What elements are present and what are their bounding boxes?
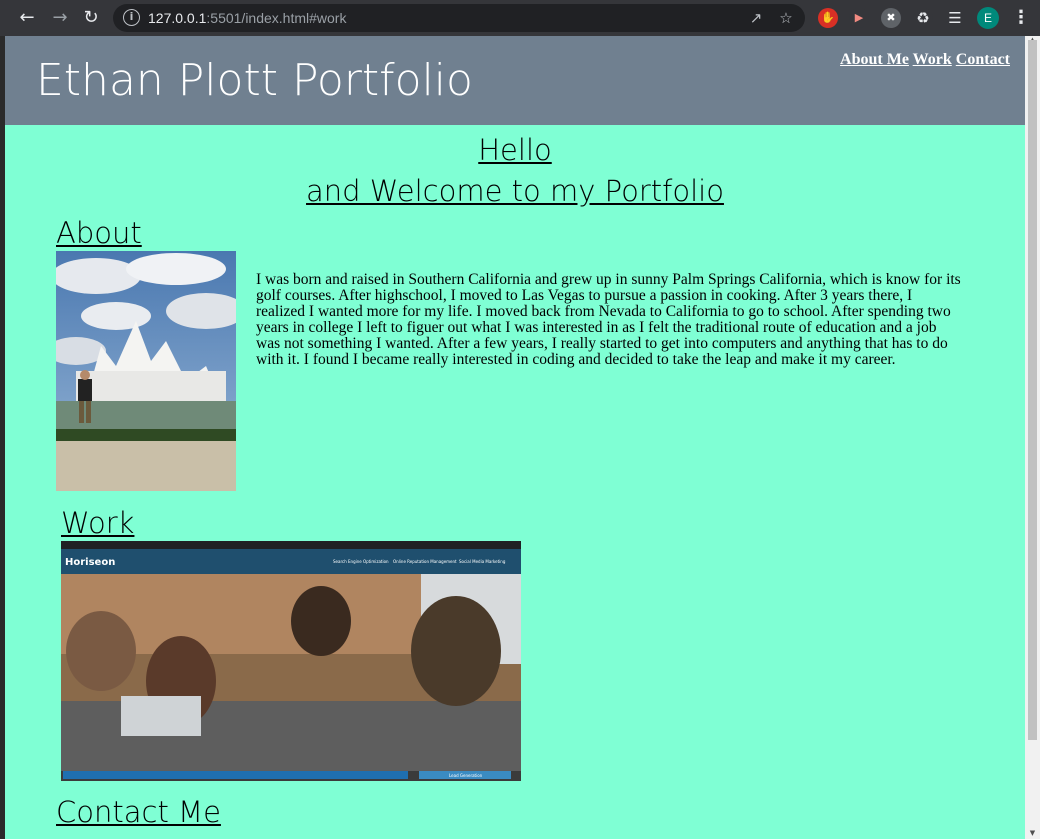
address-bar[interactable]: i 127.0.0.1:5501/index.html#work ↗ ☆ [113,4,805,32]
scrollbar-thumb[interactable] [1028,40,1037,740]
about-photo [56,251,236,491]
nav-link-about-me[interactable]: About Me [840,51,909,68]
browser-toolbar: ← → ↻ i 127.0.0.1:5501/index.html#work ↗… [0,0,1040,36]
preview-brand: Horiseon [65,557,115,568]
about-heading: About [56,216,142,250]
extensions-puzzle-icon[interactable]: ♻ [913,8,933,28]
preview-nav-orm: Online Reputation Management [393,559,457,564]
back-arrow-icon[interactable]: ← [17,8,37,28]
contact-heading: Contact Me [56,795,221,829]
share-icon[interactable]: ↗ [747,9,765,27]
media-queue-icon[interactable]: ☰ [945,8,965,28]
project-preview-image: Horiseon Search Engine Optimization Onli… [61,541,521,781]
about-paragraph: I was born and raised in Southern Califo… [256,271,961,368]
top-nav: About Me Work Contact [840,51,1010,69]
extension-video-icon[interactable]: ▶ [849,8,869,28]
hero-hello: Hello [478,133,552,167]
site-header: Ethan Plott Portfolio About Me Work Cont… [5,36,1025,125]
nav-link-work[interactable]: Work [913,51,952,68]
preview-nav-smm: Social Media Marketing [459,559,506,564]
page-viewport: Ethan Plott Portfolio About Me Work Cont… [5,36,1025,839]
hero-welcome: and Welcome to my Portfolio [306,174,724,208]
project-screenshot-horiseon[interactable]: Horiseon Search Engine Optimization Onli… [61,541,521,781]
address-url[interactable]: 127.0.0.1:5501/index.html#work [148,9,346,27]
temple-photo-image [56,251,236,491]
extension-tool-icon[interactable]: ✖ [881,8,901,28]
profile-avatar[interactable]: E [977,7,999,29]
site-info-icon[interactable]: i [123,9,140,26]
nav-link-contact[interactable]: Contact [956,51,1010,68]
extension-hand-icon[interactable]: ✋ [818,8,838,28]
vertical-scrollbar[interactable]: ▲ ▼ [1025,36,1040,839]
forward-arrow-icon[interactable]: → [50,8,70,28]
reload-icon[interactable]: ↻ [81,8,101,28]
work-heading: Work [61,506,135,540]
site-title: Ethan Plott Portfolio [36,55,473,106]
preview-nav-seo: Search Engine Optimization [333,559,389,564]
bookmark-star-icon[interactable]: ☆ [777,9,795,27]
browser-menu-icon[interactable]: ⋮ [1012,8,1030,28]
preview-lead-button: Lead Generation [449,773,483,778]
scroll-down-arrow-icon[interactable]: ▼ [1028,829,1037,837]
